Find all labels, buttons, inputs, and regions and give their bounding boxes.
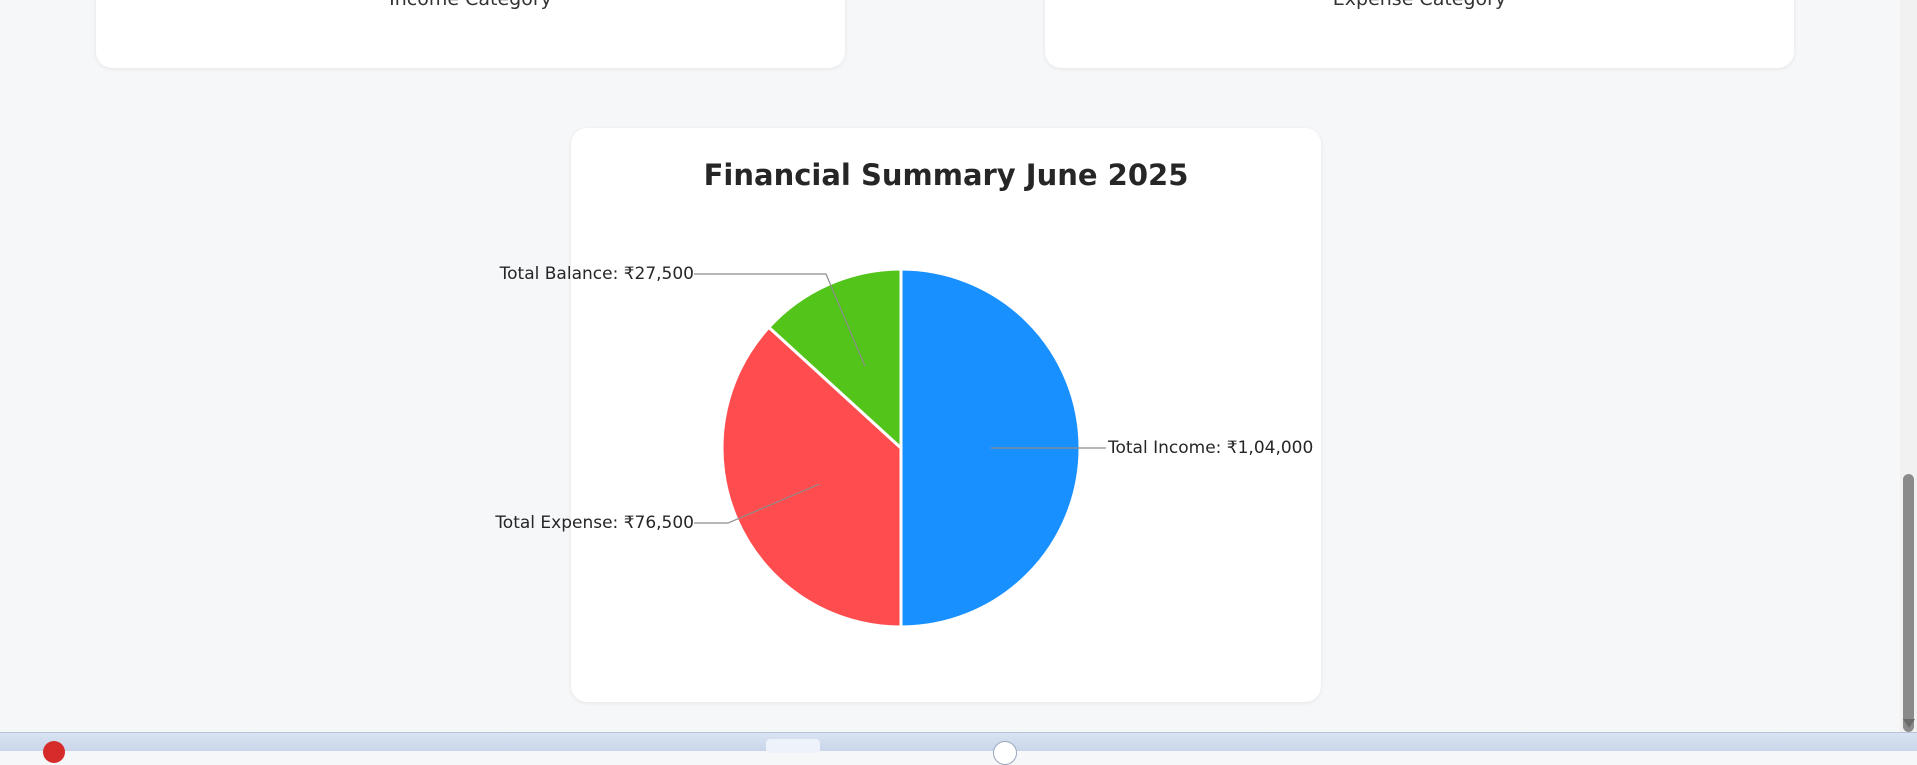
taskbar-circle-icon[interactable] — [993, 741, 1017, 765]
taskbar-app-icon[interactable] — [43, 741, 65, 763]
income-category-card: Income Category — [96, 0, 845, 68]
scroll-down-arrow-icon[interactable] — [1903, 719, 1915, 728]
expense-category-card: Expense Category — [1045, 0, 1794, 68]
expense-category-caption: Expense Category — [1045, 0, 1794, 10]
taskbar — [0, 732, 1917, 765]
scrollbar-thumb[interactable] — [1903, 474, 1914, 732]
income-category-caption: Income Category — [96, 0, 845, 10]
taskbar-button[interactable] — [766, 739, 820, 753]
chart-title: Financial Summary June 2025 — [703, 158, 1189, 192]
financial-summary-card: Financial Summary June 2025 — [571, 128, 1321, 702]
vertical-scrollbar[interactable] — [1900, 0, 1917, 732]
